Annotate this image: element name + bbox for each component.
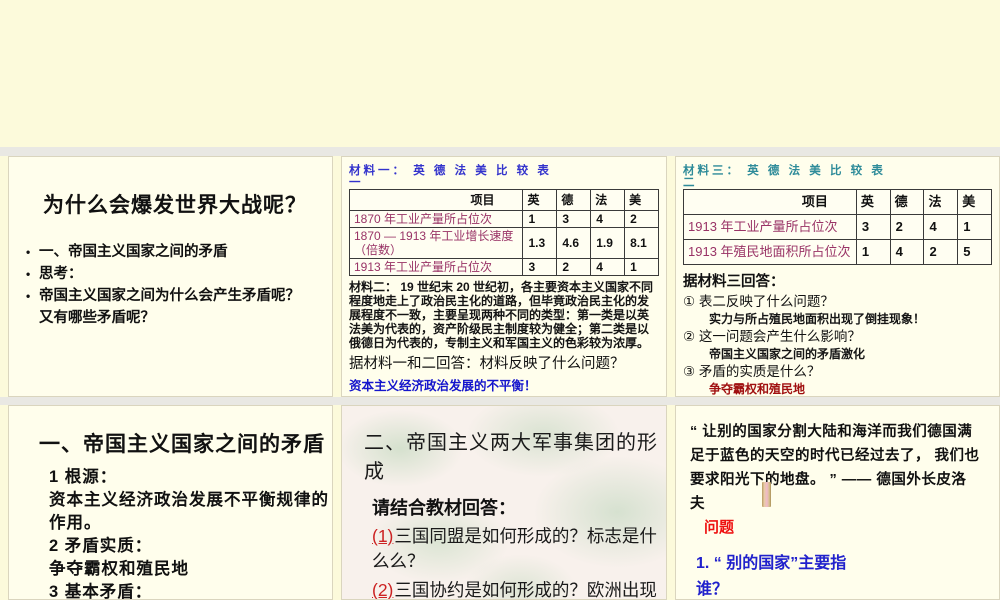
row-label: 1870 年工业产量所占位次 — [348, 210, 524, 228]
bullet-list: 一、帝国主义国家之间的矛盾 思考： 帝国主义国家之间为什么会产生矛盾呢？ 又有哪… — [23, 243, 332, 327]
table-header: 英 — [855, 189, 891, 215]
slide-material-1-2[interactable]: 材料一： 英 德 法 美 比 较 表 一 项目英德法美 1870 年工业产量所占位… — [341, 156, 667, 397]
cell-value: 8.1 — [624, 227, 659, 259]
slide-germany-quote[interactable]: “ 让别的国家分割大陆和海洋而我们德国满 足于蓝色的天空的时代已经过去了， 我们… — [675, 405, 1000, 600]
table-header-row: 项目英德法美 — [683, 189, 992, 215]
table-header: 法 — [590, 189, 626, 211]
material-3-heading-wrap: 二 — [683, 177, 695, 189]
table-header: 美 — [957, 189, 992, 215]
question-number: (1) — [372, 526, 394, 546]
questions-label: 问题 — [704, 519, 735, 536]
row-label: 1913 年工业产量所占位次 — [348, 258, 524, 276]
question-text: 三国协约是如何形成的？欧洲出现两大军事集团对峙的局面是在何时？ — [394, 580, 657, 600]
cell-value: 3 — [556, 210, 592, 228]
comparison-table-1870-1913: 项目英德法美 1870 年工业产量所占位次 1 3 4 2 1870 — 1913 年工业增… — [348, 189, 659, 276]
slide-why-war[interactable]: 为什么会爆发世界大战呢？ 一、帝国主义国家之间的矛盾 思考： 帝国主义国家之间为… — [8, 156, 333, 397]
slide-contradictions-outline[interactable]: 一、帝国主义国家之间的矛盾 1 根源： 资本主义经济政治发展不平衡规律的作用。 … — [8, 405, 333, 600]
qa-prompt: 据材料三回答： — [683, 274, 785, 290]
table-row: 1870 年工业产量所占位次 1 3 4 2 — [348, 210, 659, 228]
row-divider-top — [0, 147, 1000, 156]
table-header: 法 — [923, 189, 959, 215]
answer-2: 帝国主义国家之间的矛盾激化 — [709, 347, 866, 361]
outline-line: 1 根源： — [49, 468, 118, 486]
outline-line: 3 基本矛盾： — [49, 583, 153, 600]
cell-value: 2 — [889, 214, 925, 240]
table-row: 1870 — 1913 年工业增长速度（倍数） 1.3 4.6 1.9 8.1 — [348, 227, 659, 259]
table-header: 德 — [889, 189, 925, 215]
cell-value: 4 — [590, 258, 626, 276]
answer-1: 实力与所占殖民地面积出现了倒挂现象！ — [709, 312, 926, 326]
answer-3: 争夺霸权和殖民地 — [709, 382, 806, 396]
material-answer: 资本主义经济政治发展的不平衡！ — [349, 379, 537, 393]
quote-line: 夫 — [690, 496, 705, 512]
material-question: 据材料一和二回答：材料反映了什么问题？ — [349, 356, 625, 372]
quote-line: 足于蓝色的天空的时代已经过去了， 我们也 — [690, 448, 980, 464]
table-header: 德 — [556, 189, 592, 211]
cell-value: 3 — [855, 214, 891, 240]
cell-value: 3 — [522, 258, 558, 276]
question-number: (2) — [372, 580, 394, 600]
quote-line: “ 让别的国家分割大陆和海洋而我们德国满 — [690, 424, 973, 440]
table-header: 美 — [624, 189, 659, 211]
table-row: 1913 年工业产量所占位次 3 2 4 1 — [683, 214, 992, 240]
slide-title: 一、帝国主义国家之间的矛盾 — [39, 433, 325, 456]
bullet-item: 思考： — [23, 265, 332, 283]
question-1: ① 表二反映了什么问题？ — [683, 294, 834, 309]
cell-value: 2 — [923, 239, 959, 265]
row-label: 1870 — 1913 年工业增长速度（倍数） — [348, 227, 524, 259]
slide-title: 二、帝国主义两大军事集团的形成 — [364, 432, 658, 483]
outline-line: 资本主义经济政治发展不平衡规律的作用。 — [49, 491, 329, 532]
row-divider-middle — [0, 397, 1000, 405]
row-label: 1913 年殖民地面积所占位次 — [683, 239, 857, 265]
material-2-paragraph: 材料二： 19 世纪末 20 世纪初，各主要资本主义国家不同程度地走上了政治民主… — [349, 280, 654, 350]
comparison-table-1913: 项目英德法美 1913 年工业产量所占位次 3 2 4 1 1913 年殖民地面积所占位次 1… — [683, 189, 992, 265]
table-header: 项目 — [683, 189, 857, 215]
slide-composite-view: { "colors": { "page_bg": "#FCFADB", "pan… — [0, 0, 1000, 600]
row-label: 1913 年工业产量所占位次 — [683, 214, 857, 240]
cell-value: 4 — [889, 239, 925, 265]
question-line: 1. “ 别的国家”主要指 — [696, 555, 847, 572]
table-row: 1913 年殖民地面积所占位次 1 4 2 5 — [683, 239, 992, 265]
slide-title: 为什么会爆发世界大战呢？ — [43, 194, 307, 217]
table-header-row: 项目英德法美 — [348, 189, 659, 211]
question-item-1: (1)三国同盟是如何形成的？标志是什么么？ — [372, 524, 666, 574]
cell-value: 2 — [556, 258, 592, 276]
question-item-2: (2)三国协约是如何形成的？欧洲出现两大军事集团对峙的局面是在何时？ — [372, 578, 666, 600]
material-1-heading-wrap: 一 — [349, 177, 361, 189]
material-1-heading: 材料一： 英 德 法 美 比 较 表 — [349, 165, 552, 177]
outline-line: 2 矛盾实质： — [49, 537, 153, 555]
cell-value: 1 — [624, 258, 659, 276]
question-3: ③ 矛盾的实质是什么？ — [683, 364, 821, 379]
table-header: 英 — [522, 189, 558, 211]
cell-value: 1.9 — [590, 227, 626, 259]
cell-value: 4.6 — [556, 227, 592, 259]
intro-text: 请结合教材回答： — [372, 498, 516, 518]
bullet-item: 帝国主义国家之间为什么会产生矛盾呢？ — [23, 287, 332, 305]
question-line: 谁？ — [696, 581, 729, 598]
material-3-heading: 材料三： 英 德 法 美 比 较 表 — [683, 165, 886, 177]
cell-value: 4 — [590, 210, 626, 228]
quote-line: 要求阳光下的地盘。 ” —— 德国外长皮洛 — [690, 472, 967, 488]
cell-value: 1 — [522, 210, 558, 228]
table-row: 1913 年工业产量所占位次 3 2 4 1 — [348, 258, 659, 276]
cell-value: 1 — [957, 214, 992, 240]
slide-military-blocs[interactable]: 二、帝国主义两大军事集团的形成 请结合教材回答： (1)三国同盟是如何形成的？标… — [341, 405, 667, 600]
question-text: 三国同盟是如何形成的？标志是什么么？ — [372, 526, 657, 571]
table-header: 项目 — [348, 189, 524, 211]
bullet-item-continuation: 又有哪些矛盾呢？ — [39, 310, 155, 326]
cell-value: 1 — [855, 239, 891, 265]
slide-material-3[interactable]: 材料三： 英 德 法 美 比 较 表 二 项目英德法美 1913 年工业产量所占位… — [675, 156, 1000, 397]
cell-value: 1.3 — [522, 227, 558, 259]
outline-list: 1 根源： 资本主义经济政治发展不平衡规律的作用。 2 矛盾实质： 争夺霸权和殖… — [49, 466, 332, 600]
question-2: ② 这一问题会产生什么影响？ — [683, 329, 861, 344]
cell-value: 2 — [624, 210, 659, 228]
3d-bar-icon — [762, 482, 771, 507]
cell-value: 4 — [923, 214, 959, 240]
cell-value: 5 — [957, 239, 992, 265]
bullet-item: 一、帝国主义国家之间的矛盾 — [23, 243, 332, 261]
outline-line: 争夺霸权和殖民地 — [49, 560, 189, 578]
